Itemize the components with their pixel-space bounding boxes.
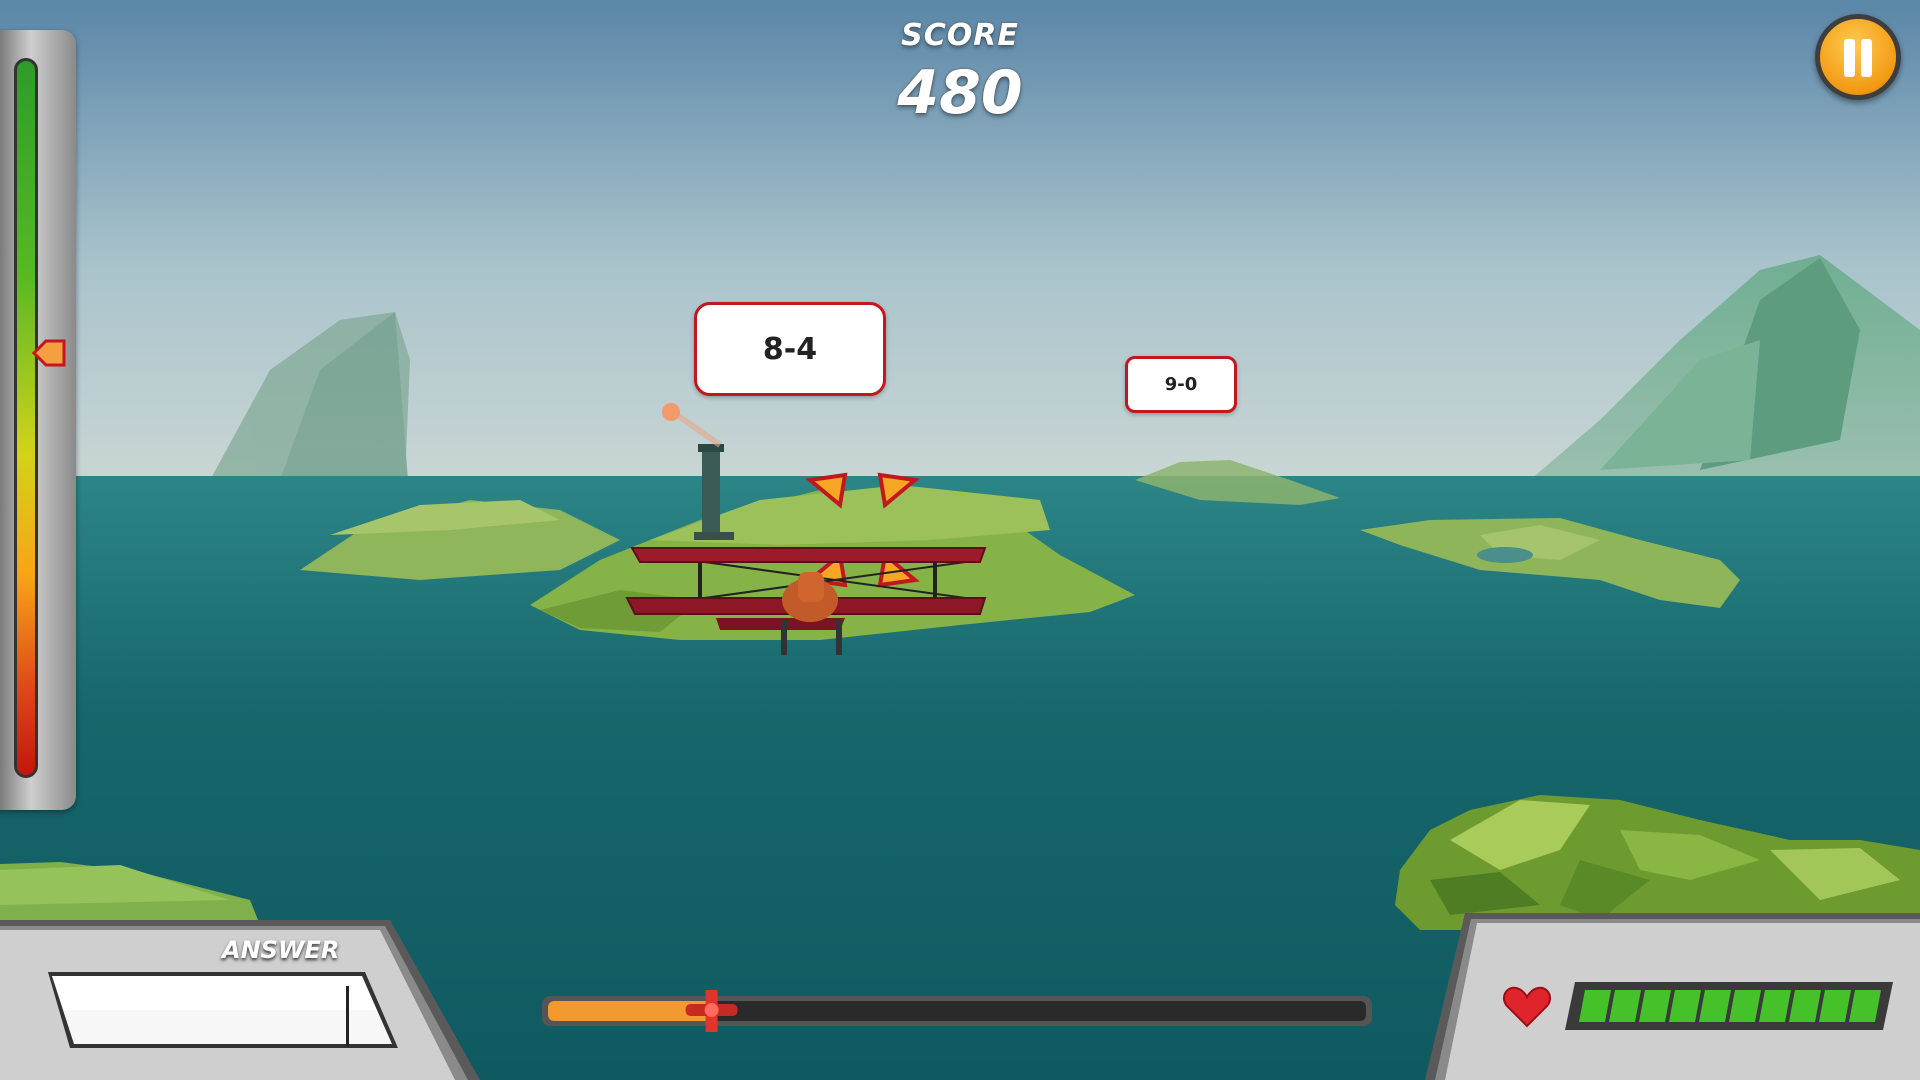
math-problem-bubble[interactable]: 9-0: [1125, 356, 1237, 413]
answer-label: ANSWER: [222, 936, 340, 964]
score-label: SCORE: [901, 18, 1019, 53]
altimeter-track: [14, 58, 38, 778]
answer-value: [70, 985, 340, 1035]
text-caret: [346, 986, 349, 1046]
pause-button[interactable]: [1815, 14, 1901, 100]
altimeter-gauge: [0, 30, 76, 810]
health-bar: [1565, 982, 1893, 1030]
heart-icon: [1503, 986, 1551, 1028]
altimeter-pointer-icon: [32, 339, 66, 367]
math-problem-bubble[interactable]: 8-4: [694, 302, 886, 396]
score-value: 480: [897, 58, 1023, 128]
flight-progress-bar: [542, 990, 1372, 1032]
